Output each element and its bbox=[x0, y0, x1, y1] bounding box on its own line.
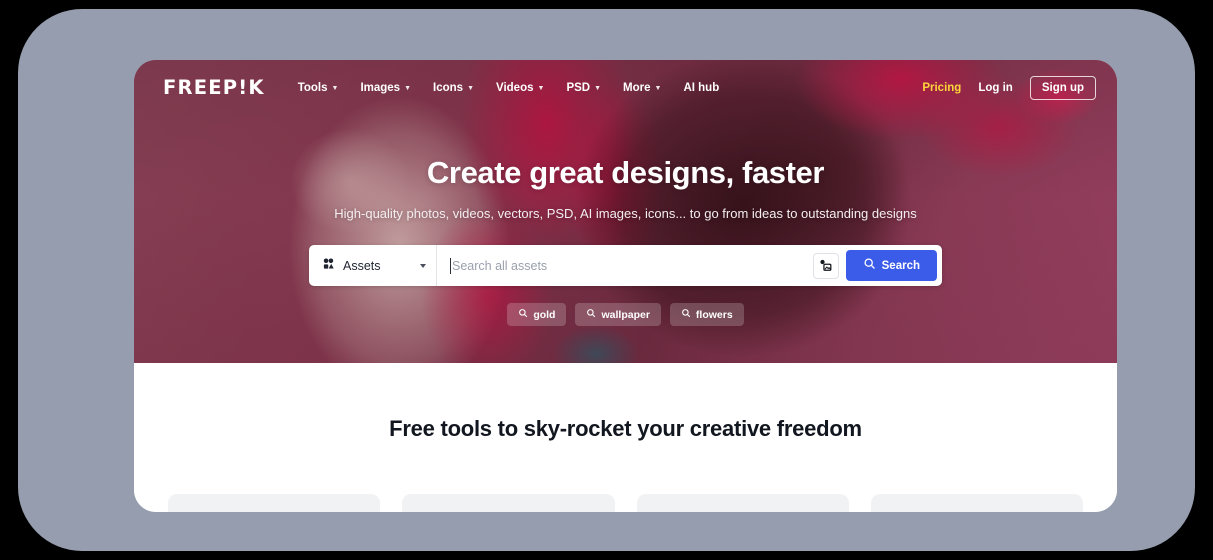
image-search-icon[interactable] bbox=[812, 252, 839, 279]
assets-dropdown-label: Assets bbox=[343, 258, 381, 273]
suggestion-chip-label: gold bbox=[533, 308, 556, 321]
header-actions: Pricing Log in Sign up bbox=[922, 75, 1096, 100]
chevron-down-icon: ▼ bbox=[654, 85, 662, 92]
assets-dropdown[interactable]: Assets bbox=[309, 245, 437, 286]
hero-copy: Create great designs, faster High-qualit… bbox=[134, 155, 1117, 221]
search-button-label: Search bbox=[881, 259, 920, 272]
tool-card-skeleton[interactable] bbox=[402, 494, 615, 512]
freepik-logo[interactable]: FREEP!K bbox=[163, 76, 265, 99]
signup-button[interactable]: Sign up bbox=[1029, 75, 1096, 100]
nav-item-videos[interactable]: Videos ▼ bbox=[496, 82, 544, 94]
nav-item-label: PSD bbox=[566, 81, 591, 94]
chevron-down-icon: ▼ bbox=[331, 85, 339, 92]
nav-item-label: AI hub bbox=[683, 81, 720, 94]
browser-window: FREEP!K Tools ▼ Images ▼ Icons ▼ Videos … bbox=[134, 60, 1117, 512]
search-button[interactable]: Search bbox=[845, 250, 937, 281]
tool-card-skeleton[interactable] bbox=[168, 494, 381, 512]
hero-section: FREEP!K Tools ▼ Images ▼ Icons ▼ Videos … bbox=[134, 60, 1117, 363]
nav-item-label: More bbox=[623, 81, 651, 94]
tools-section-heading: Free tools to sky-rocket your creative f… bbox=[389, 416, 862, 441]
login-link[interactable]: Log in bbox=[978, 82, 1013, 94]
suggestion-chip-label: flowers bbox=[695, 308, 733, 321]
nav-item-images[interactable]: Images ▼ bbox=[360, 82, 411, 94]
search-input-wrapper[interactable] bbox=[437, 245, 813, 286]
text-cursor bbox=[450, 257, 451, 274]
tool-card-skeleton[interactable] bbox=[636, 494, 849, 512]
nav-item-more[interactable]: More ▼ bbox=[623, 82, 661, 94]
nav-item-label: Images bbox=[360, 81, 401, 94]
suggestion-chip-wallpaper[interactable]: wallpaper bbox=[575, 303, 661, 326]
chevron-down-icon: ▼ bbox=[537, 85, 545, 92]
chevron-down-icon: ▼ bbox=[594, 85, 602, 92]
suggestion-chip-gold[interactable]: gold bbox=[507, 303, 567, 326]
tool-card-skeleton[interactable] bbox=[870, 494, 1083, 512]
search-bar: Assets Search all assets Search bbox=[309, 245, 942, 286]
hero-title: Create great designs, faster bbox=[426, 155, 825, 190]
nav-item-label: Videos bbox=[496, 81, 534, 94]
nav-item-icons[interactable]: Icons ▼ bbox=[433, 82, 474, 94]
nav-item-label: Tools bbox=[297, 81, 328, 94]
suggestion-chip-flowers[interactable]: flowers bbox=[669, 303, 744, 326]
chevron-down-icon: ▼ bbox=[467, 85, 474, 92]
caret-down-icon bbox=[420, 263, 426, 268]
nav-item-ai-hub[interactable]: AI hub bbox=[683, 82, 719, 94]
search-icon bbox=[518, 308, 528, 321]
pricing-link[interactable]: Pricing bbox=[922, 82, 961, 94]
suggestion-chip-label: wallpaper bbox=[601, 308, 650, 321]
tool-card-skeleton-row bbox=[168, 494, 1083, 512]
top-navigation-bar: FREEP!K Tools ▼ Images ▼ Icons ▼ Videos … bbox=[134, 60, 1117, 115]
nav-item-psd[interactable]: PSD ▼ bbox=[566, 82, 601, 94]
search-icon bbox=[863, 257, 876, 275]
page-body: Free tools to sky-rocket your creative f… bbox=[134, 363, 1117, 512]
hero-subtitle: High-quality photos, videos, vectors, PS… bbox=[334, 206, 917, 221]
nav-item-tools[interactable]: Tools ▼ bbox=[298, 82, 339, 94]
search-icon bbox=[681, 308, 691, 321]
assets-shapes-icon bbox=[322, 257, 335, 275]
chevron-down-icon: ▼ bbox=[404, 85, 412, 92]
nav-item-label: Icons bbox=[433, 81, 464, 94]
search-input[interactable] bbox=[452, 245, 813, 286]
search-suggestions: gold wallpaper flowers bbox=[134, 303, 1117, 326]
device-frame: FREEP!K Tools ▼ Images ▼ Icons ▼ Videos … bbox=[18, 9, 1195, 551]
search-icon bbox=[586, 308, 596, 321]
